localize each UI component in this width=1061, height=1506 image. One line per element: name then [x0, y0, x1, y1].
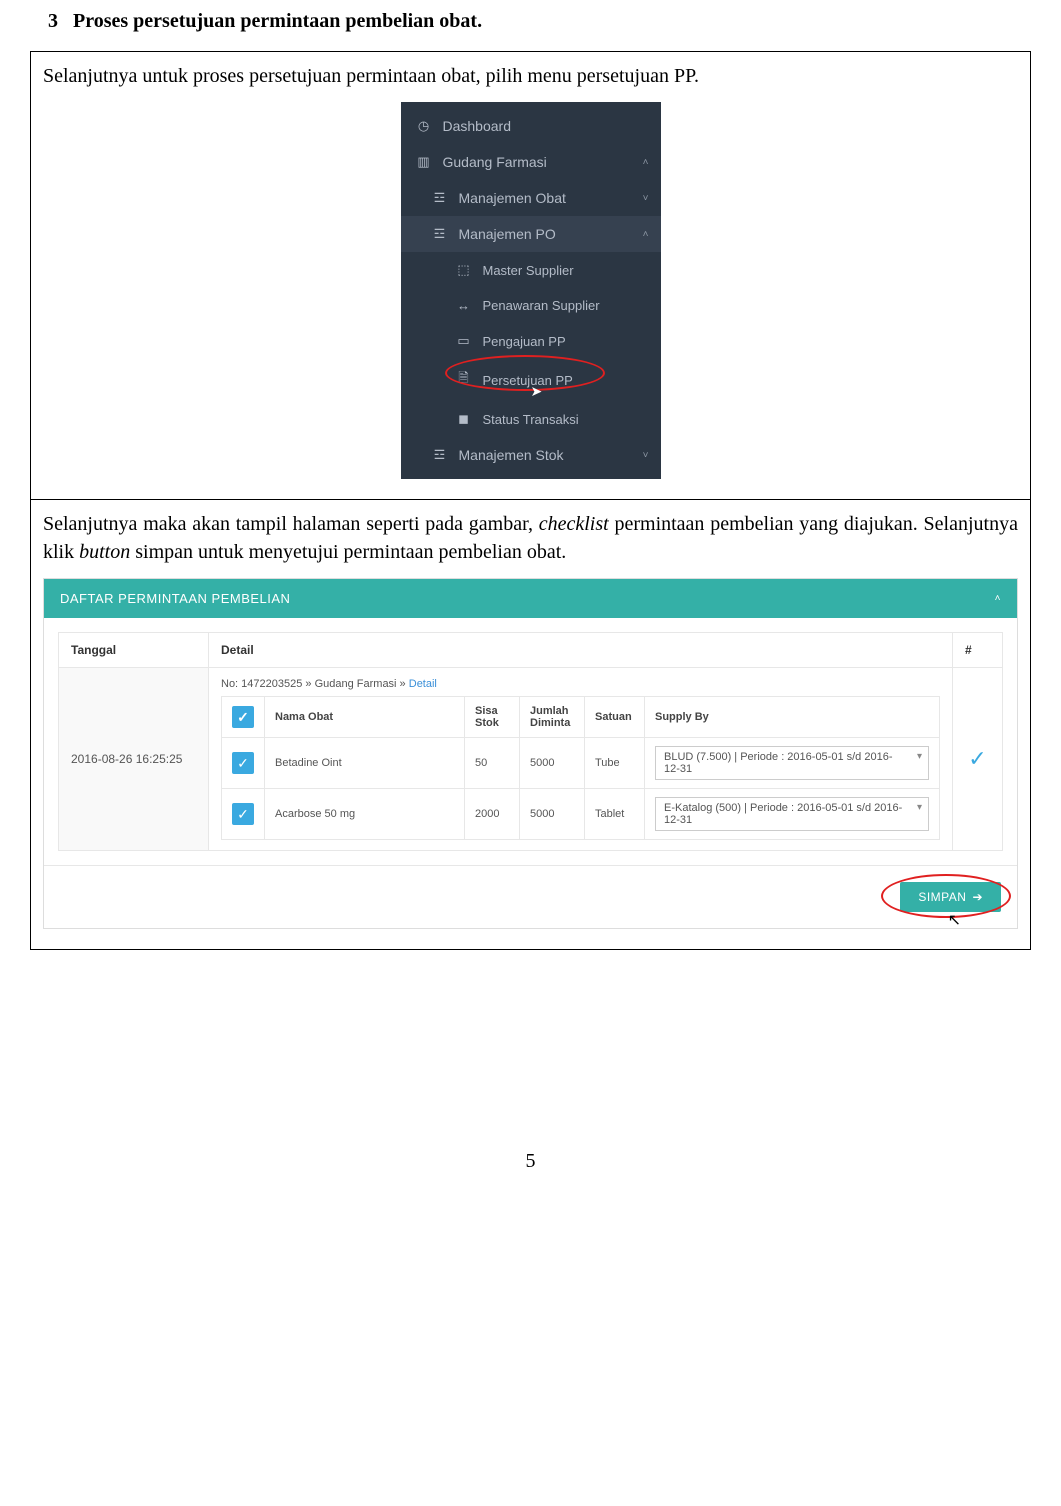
form-icon: ▭: [455, 333, 473, 349]
cell-detail: No: 1472203525 » Gudang Farmasi » Detail…: [209, 668, 953, 851]
sidebar-item-manajemen-stok[interactable]: ☲ Manajemen Stok ˅: [401, 437, 661, 473]
th-check: ✓: [222, 697, 265, 738]
arrow-right-icon: ➔: [972, 890, 983, 904]
cell-satuan: Tablet: [585, 789, 645, 840]
cell-jumlah: 5000: [520, 789, 585, 840]
sidebar-screenshot: ◷ Dashboard ▥ Gudang Farmasi ˄ ☲ Manajem…: [401, 102, 661, 479]
checkbox[interactable]: ✓: [232, 752, 254, 774]
cell-sisa: 2000: [465, 789, 520, 840]
instruction-box-1: Selanjutnya untuk proses persetujuan per…: [30, 51, 1031, 500]
building-icon: ▥: [415, 154, 433, 170]
sidebar-item-label: Dashboard: [443, 118, 512, 134]
sidebar-item-label: Pengajuan PP: [483, 334, 566, 349]
document-icon: 🗎: [455, 369, 473, 391]
chevron-down-icon: ˅: [643, 193, 649, 204]
instruction-box-2: Selanjutnya maka akan tampil halaman sep…: [30, 500, 1031, 950]
sidebar-item-label: Penawaran Supplier: [483, 298, 600, 313]
detail-line: No: 1472203525 » Gudang Farmasi » Detail: [221, 678, 940, 690]
simpan-button[interactable]: SIMPAN ➔: [900, 882, 1001, 912]
page-number: 5: [30, 1150, 1031, 1173]
sidebar-item-dashboard[interactable]: ◷ Dashboard: [401, 108, 661, 144]
detail-link[interactable]: Detail: [409, 678, 437, 690]
inner-row: ✓ Acarbose 50 mg 2000 5000 Tablet E-Kata…: [222, 789, 940, 840]
sidebar-item-pengajuan[interactable]: ▭ Pengajuan PP: [401, 323, 661, 359]
cell-nama: Acarbose 50 mg: [265, 789, 465, 840]
cell-hash[interactable]: ✓: [953, 668, 1003, 851]
outer-table: Tanggal Detail # 2016-08-26 16:25:25 No:…: [58, 632, 1003, 851]
chevron-up-icon: ˄: [643, 229, 649, 240]
chevron-down-icon: ˅: [643, 450, 649, 461]
sidebar-item-label: Gudang Farmasi: [443, 154, 547, 170]
cursor-icon: ↖: [948, 910, 961, 930]
table-row: 2016-08-26 16:25:25 No: 1472203525 » Gud…: [59, 668, 1003, 851]
simpan-label: SIMPAN: [918, 890, 966, 904]
list-icon: ☲: [431, 447, 449, 463]
instruction-text-1: Selanjutnya untuk proses persetujuan per…: [43, 62, 1018, 90]
th-hash: #: [953, 633, 1003, 668]
exchange-icon: ↔: [455, 298, 473, 313]
panel-daftar-permintaan: DAFTAR PERMINTAAN PEMBELIAN ˄ Tanggal De…: [43, 578, 1018, 929]
cursor-icon: ➤: [531, 383, 543, 400]
sidebar-item-persetujuan[interactable]: 🗎 Persetujuan PP ➤: [401, 359, 661, 401]
th-satuan: Satuan: [585, 697, 645, 738]
supply-select[interactable]: E-Katalog (500) | Periode : 2016-05-01 s…: [655, 797, 929, 831]
th-supply: Supply By: [645, 697, 940, 738]
collapse-icon[interactable]: ˄: [995, 593, 1001, 604]
th-detail: Detail: [209, 633, 953, 668]
chevron-up-icon: ˄: [643, 157, 649, 168]
check-icon: ✓: [968, 746, 986, 771]
panel-header[interactable]: DAFTAR PERMINTAAN PEMBELIAN ˄: [44, 579, 1017, 618]
sidebar-item-label: Manajemen Obat: [459, 190, 566, 206]
cell-sisa: 50: [465, 738, 520, 789]
cell-satuan: Tube: [585, 738, 645, 789]
cell-nama: Betadine Oint: [265, 738, 465, 789]
sidebar-item-label: Master Supplier: [483, 263, 574, 278]
section-number: 3: [48, 10, 58, 32]
inner-table: ✓ Nama Obat Sisa Stok Jumlah Diminta Sat…: [221, 696, 940, 840]
sidebar-item-label: Status Transaksi: [483, 412, 579, 427]
cell-tanggal: 2016-08-26 16:25:25: [59, 668, 209, 851]
panel-footer: SIMPAN ➔ ↖: [44, 865, 1017, 928]
cell-jumlah: 5000: [520, 738, 585, 789]
th-tanggal: Tanggal: [59, 633, 209, 668]
sidebar-item-label: Manajemen Stok: [459, 447, 564, 463]
sidebar-item-label: Persetujuan PP: [483, 373, 573, 388]
sidebar-item-label: Manajemen PO: [459, 226, 556, 242]
section-heading: 3 Proses persetujuan permintaan pembelia…: [30, 10, 1031, 33]
th-jumlah: Jumlah Diminta: [520, 697, 585, 738]
panel-title: DAFTAR PERMINTAAN PEMBELIAN: [60, 591, 290, 606]
sidebar-item-penawaran[interactable]: ↔ Penawaran Supplier: [401, 288, 661, 323]
bookmark-icon: ◼: [455, 411, 473, 427]
dashboard-icon: ◷: [415, 118, 433, 134]
th-nama: Nama Obat: [265, 697, 465, 738]
supplier-icon: ⬚: [455, 262, 473, 278]
section-title-text: Proses persetujuan permintaan pembelian …: [73, 10, 482, 32]
sidebar-item-gudang[interactable]: ▥ Gudang Farmasi ˄: [401, 144, 661, 180]
list-icon: ☲: [431, 226, 449, 242]
sidebar-item-manajemen-po[interactable]: ☲ Manajemen PO ˄: [401, 216, 661, 252]
checkbox[interactable]: ✓: [232, 803, 254, 825]
supply-select[interactable]: BLUD (7.500) | Periode : 2016-05-01 s/d …: [655, 746, 929, 780]
th-sisa: Sisa Stok: [465, 697, 520, 738]
instruction-text-2: Selanjutnya maka akan tampil halaman sep…: [43, 510, 1018, 566]
inner-row: ✓ Betadine Oint 50 5000 Tube BLUD (7.500…: [222, 738, 940, 789]
sidebar-item-master-supplier[interactable]: ⬚ Master Supplier: [401, 252, 661, 288]
checkbox-all[interactable]: ✓: [232, 706, 254, 728]
sidebar-item-status[interactable]: ◼ Status Transaksi: [401, 401, 661, 437]
panel-body: Tanggal Detail # 2016-08-26 16:25:25 No:…: [44, 618, 1017, 865]
sidebar-item-manajemen-obat[interactable]: ☲ Manajemen Obat ˅: [401, 180, 661, 216]
list-icon: ☲: [431, 190, 449, 206]
